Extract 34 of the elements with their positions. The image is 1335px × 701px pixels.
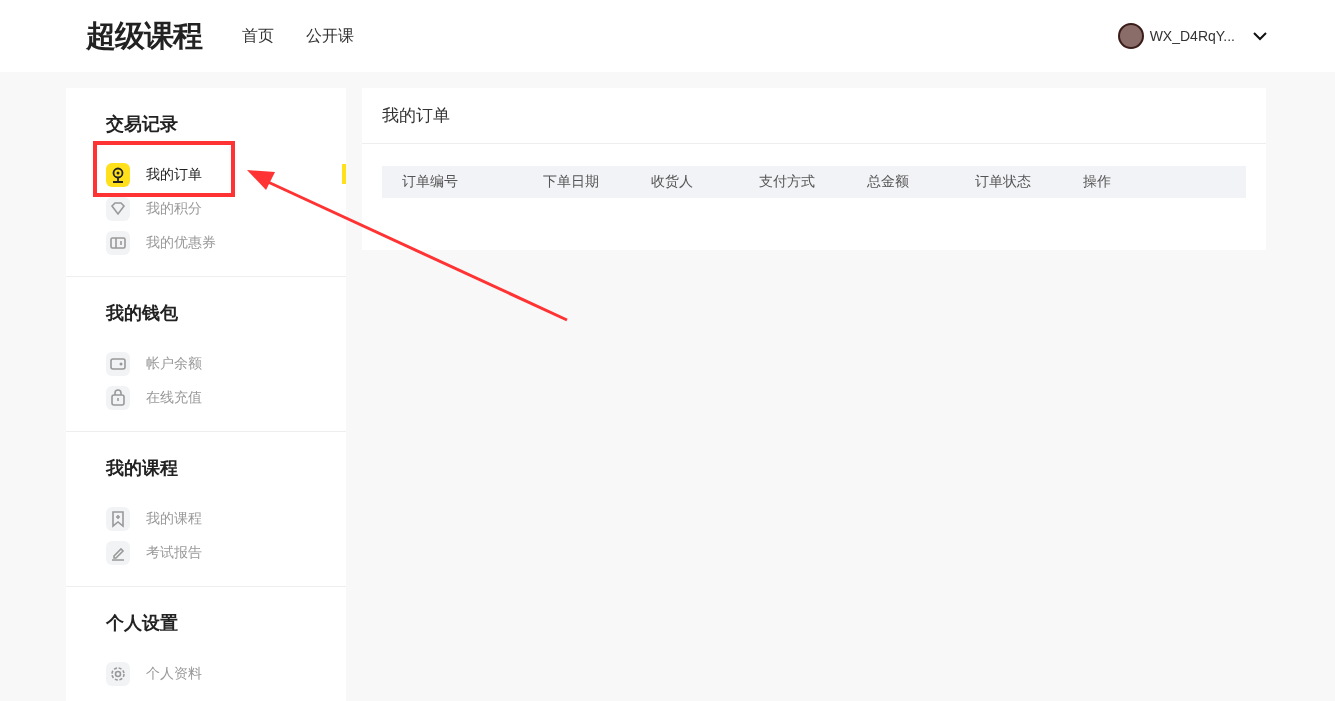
menu-icon [106,386,130,410]
sidebar-item[interactable]: 在线充值 [106,381,346,415]
column-header: 订单编号 [402,173,459,191]
active-indicator [342,164,346,184]
chevron-down-icon[interactable] [1253,31,1267,41]
avatar[interactable] [1117,23,1144,49]
section-title: 我的钱包 [106,301,179,325]
menu-icon [106,541,130,565]
nav-link[interactable]: 公开课 [290,25,370,47]
menu-icon [106,352,130,376]
sidebar-item[interactable]: 我的积分 [106,192,346,226]
column-header: 收货人 [651,173,694,191]
column-header: 订单状态 [975,173,1032,191]
column-header: 支付方式 [759,173,816,191]
column-header: 下单日期 [543,173,600,191]
column-header: 总金额 [867,173,910,191]
sidebar-item[interactable]: 帐户余额 [106,347,346,381]
section-title: 我的课程 [106,456,179,480]
menu-icon [106,662,130,686]
panel-title: 我的订单 [362,88,1266,144]
column-header: 操作 [1083,173,1112,191]
sidebar-item[interactable]: 个人资料 [106,657,346,691]
section-title: 交易记录 [106,112,179,136]
menu-icon [106,231,130,255]
menu-icon [106,507,130,531]
user-name[interactable]: WX_D4RqY... [1149,28,1235,44]
menu-icon [106,197,130,221]
menu-icon [106,163,130,187]
sidebar-item[interactable]: 考试报告 [106,536,346,570]
logo[interactable]: 超级课程 [86,15,202,57]
sidebar-item[interactable]: 我的优惠券 [106,226,346,260]
nav-link[interactable]: 首页 [226,25,290,47]
section-title: 个人设置 [106,611,179,635]
sidebar-item[interactable]: 我的课程 [106,502,346,536]
